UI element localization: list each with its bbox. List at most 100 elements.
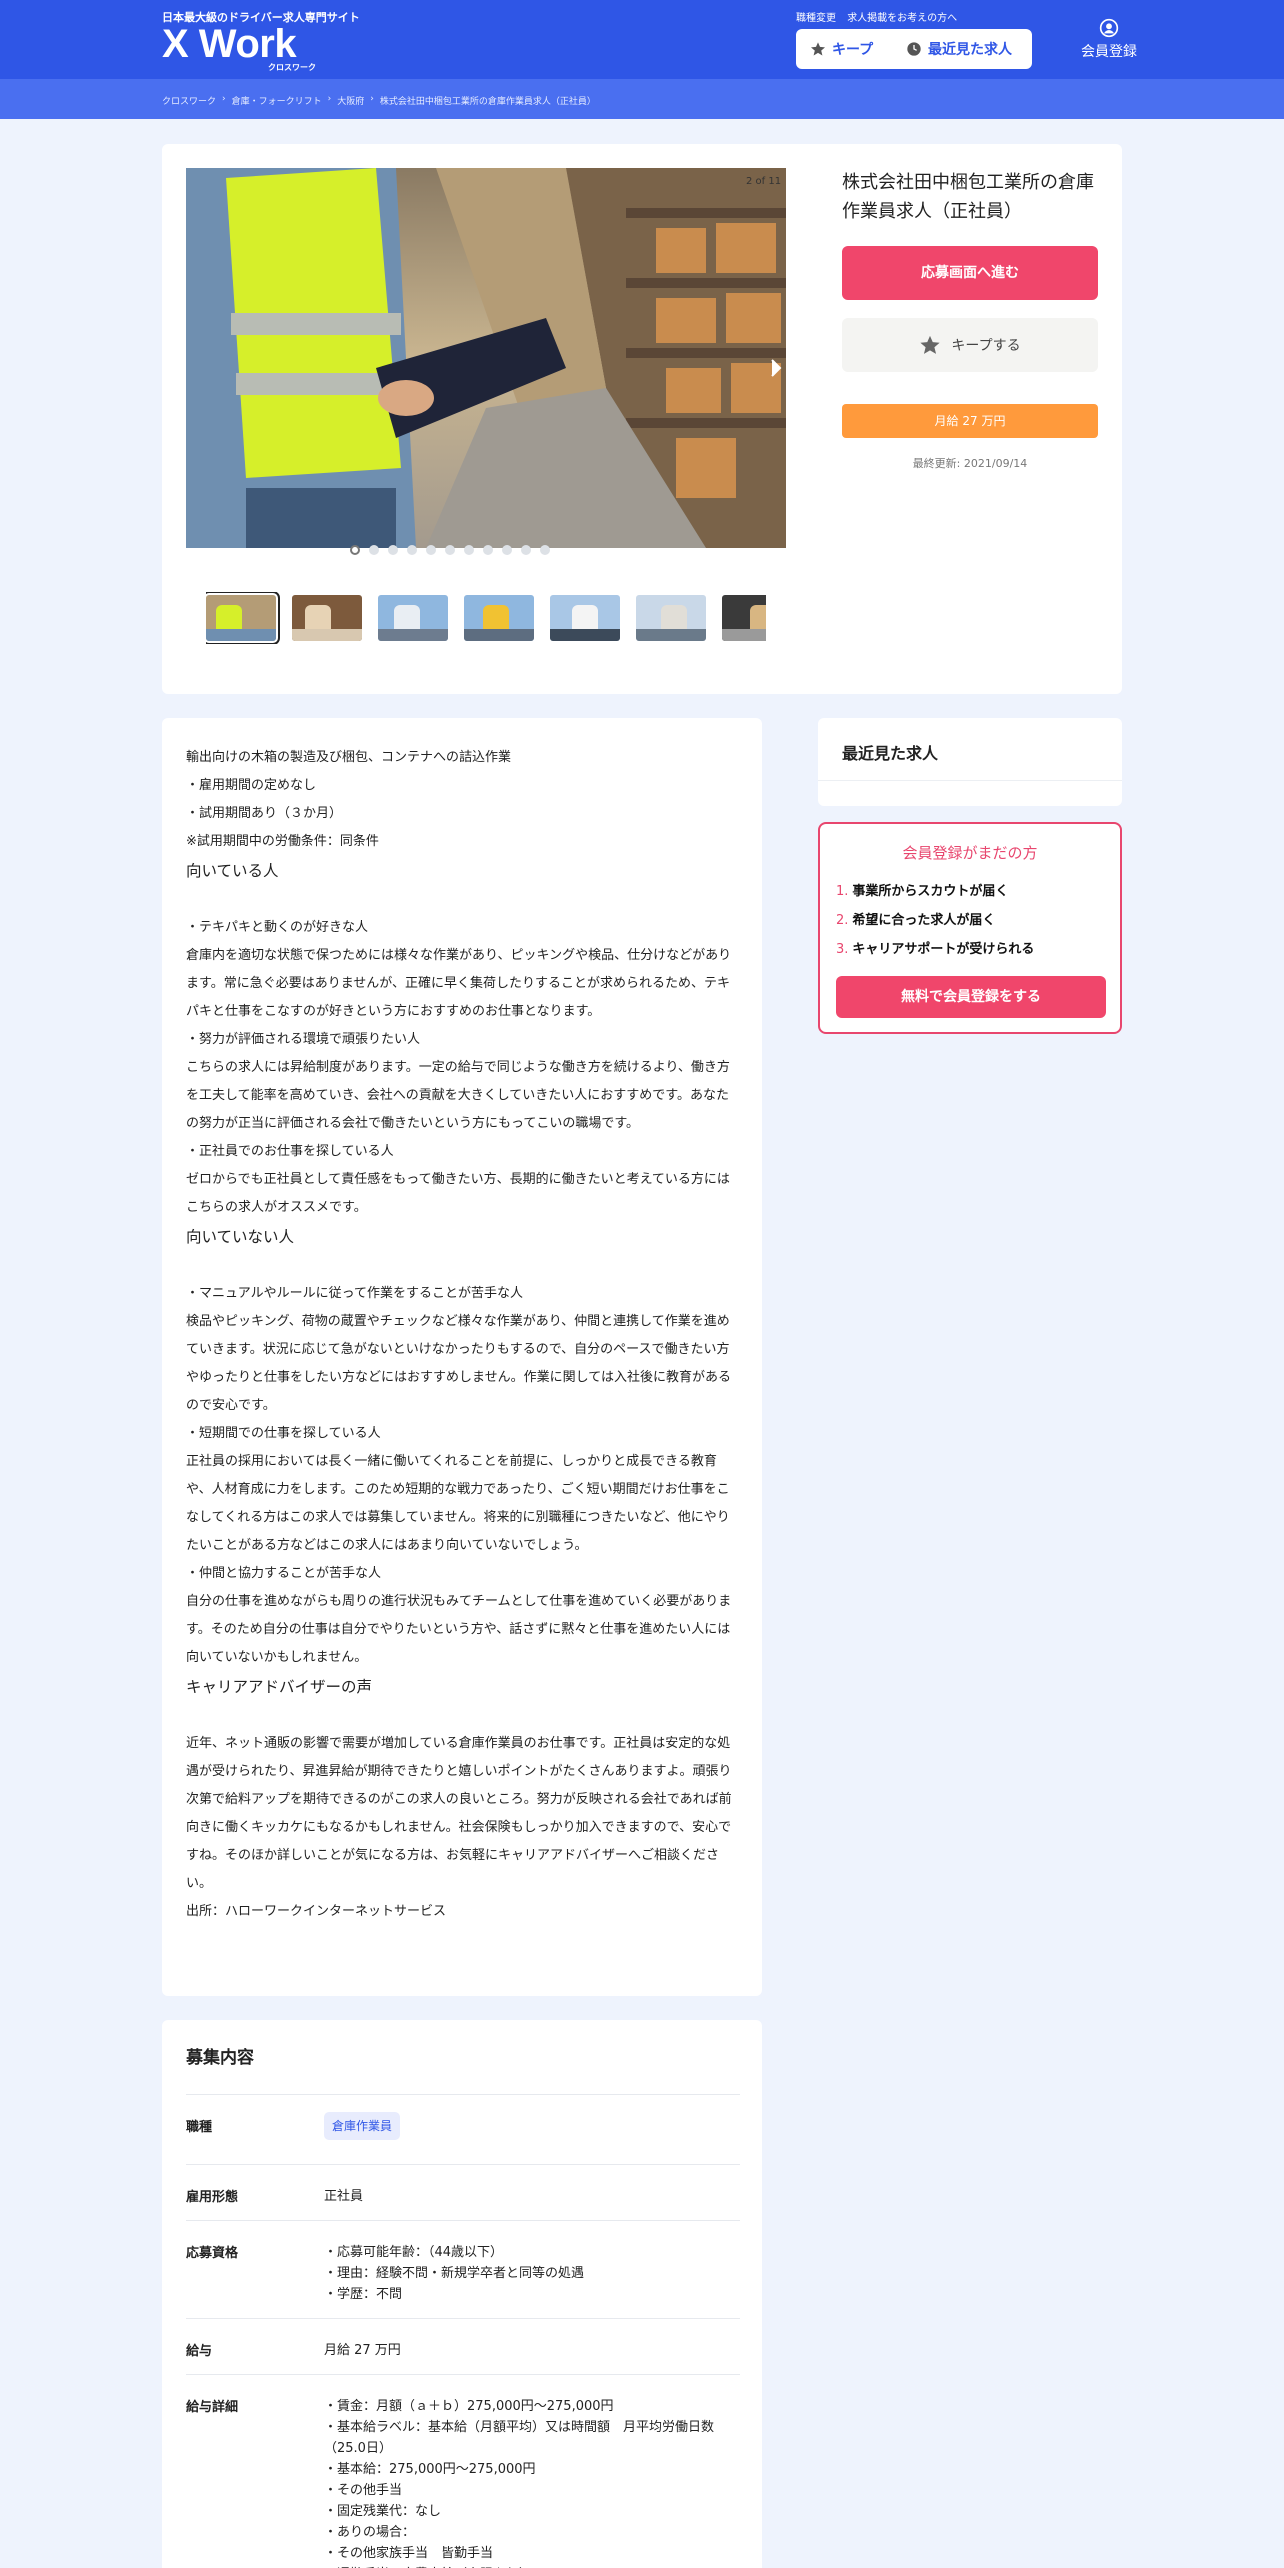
job-title: 株式会社田中梱包工業所の倉庫作業員求人（正社員） <box>842 172 1094 222</box>
header-member-button[interactable]: 会員登録 <box>1046 16 1172 68</box>
user-circle-icon <box>1099 18 1119 38</box>
gallery-thumbnail[interactable] <box>722 595 766 641</box>
row-value: ・応募可能年齢：（44歳以下） ・理由：経験不問・新規学卒者と同等の処遇 ・学歴：不… <box>324 2221 740 2318</box>
breadcrumb-category[interactable]: 倉庫・フォークリフト <box>232 94 322 107</box>
table-row: 給与詳細 ・賃金：月額（ａ＋ｂ）275,000円〜275,000円 ・基本給ラベル：… <box>186 2374 740 2568</box>
keep-button[interactable]: キープする <box>842 318 1098 372</box>
value-line: ・ありの場合： <box>324 2525 416 2540</box>
value-line: ・基本給ラベル：基本給（月額平均）又は時間額 月平均労働日数（25.0日） <box>324 2420 715 2456</box>
signup-promo-card: 会員登録がまだの方 1. 事業所からスカウトが届く 2. 希望に合った求人が届く 3… <box>818 822 1122 1034</box>
gallery-thumbnail[interactable] <box>636 595 706 641</box>
employer-link[interactable]: 求人掲載をお考えの方へ <box>847 13 957 24</box>
breadcrumb-prefecture[interactable]: 大阪府 <box>337 94 364 107</box>
breadcrumb-bar: クロスワーク › 倉庫・フォークリフト › 大阪府 › 株式会社田中梱包工業所の倉庫作… <box>0 79 1284 119</box>
benefit-number: 2. <box>836 913 849 928</box>
value-line: 月給 27 万円 <box>324 2343 401 2358</box>
apply-button[interactable]: 応募画面へ進む <box>842 246 1098 300</box>
row-label: 職種 <box>186 2120 213 2135</box>
benefit-text: 希望に合った求人が届く <box>852 913 996 928</box>
table-row: 応募資格 ・応募可能年齢：（44歳以下） ・理由：経験不問・新規学卒者と同等の処遇・… <box>186 2220 740 2318</box>
breadcrumb-current: 株式会社田中梱包工業所の倉庫作業員求人（正社員） <box>379 97 596 107</box>
description-paragraph: 検品やピッキング、荷物の蔵置やチェックなど様々な作業があり、仲間と連携して作業を… <box>186 1314 731 1413</box>
benefit-text: キャリアサポートが受けられる <box>852 942 1035 957</box>
gallery-dot[interactable] <box>502 545 512 555</box>
job-description: 輸出向けの木箱の製造及び梱包、コンテナへの詰込作業 ・雇用期間の定めなし ・試用期間… <box>186 744 732 1926</box>
site-header: 日本最大級のドライバー求人専門サイト X Work クロスワーク 職種変更 求人… <box>0 0 1284 79</box>
gallery-dot[interactable] <box>407 545 417 555</box>
description-paragraph: 出所：ハローワークインターネットサービス <box>186 1904 447 1919</box>
gallery-thumbnail[interactable] <box>464 595 534 641</box>
value-line: 正社員 <box>324 2189 364 2204</box>
gallery-dot[interactable] <box>350 545 360 555</box>
section-heading: 向いている人 <box>186 862 279 880</box>
table-row: 職種 倉庫作業員 <box>186 2094 740 2164</box>
description-paragraph: ・マニュアルやルールに従って作業をすることが苦手な人 <box>186 1286 523 1301</box>
gallery-dot[interactable] <box>369 545 379 555</box>
list-item: 1. 事業所からスカウトが届く <box>836 880 1034 909</box>
header-keep-label: キープ <box>832 42 874 58</box>
row-label: 給与 <box>186 2344 213 2359</box>
gallery-thumbnails <box>206 592 766 644</box>
description-paragraph: こちらの求人には昇給制度があります。一定の給与で同じような働き方を続けるより、働… <box>186 1060 730 1131</box>
gallery-dot[interactable] <box>445 545 455 555</box>
star-icon <box>920 335 941 354</box>
gallery-thumbnail[interactable] <box>292 595 362 641</box>
value-line: ・通勤手当：実費支給（上限あり） <box>324 2564 740 2568</box>
recruitment-table: 職種 倉庫作業員雇用形態 正社員応募資格 ・応募可能年齢：（44歳以下） ・理由：経験不… <box>186 2094 740 2568</box>
value-line: ・理由：経験不問・新規学卒者と同等の処遇 <box>324 2266 585 2281</box>
description-paragraph: 正社員の採用においては長く一緒に働いてくれることを前提に、しっかりと成長できる教… <box>186 1454 730 1553</box>
description-paragraph: ・努力が評価される環境で頑張りたい人 <box>186 1032 421 1047</box>
description-paragraph: ・雇用期間の定めなし <box>186 778 317 793</box>
row-label: 給与詳細 <box>186 2400 239 2415</box>
gallery-thumbnail[interactable] <box>378 595 448 641</box>
free-signup-button[interactable]: 無料で会員登録をする <box>836 976 1106 1018</box>
gallery-dot[interactable] <box>483 545 493 555</box>
benefit-text: 事業所からスカウトが届く <box>852 884 1009 899</box>
gallery-dot[interactable] <box>521 545 531 555</box>
gallery-dot[interactable] <box>388 545 398 555</box>
chevron-right-icon[interactable] <box>770 358 782 378</box>
header-actions: キープ 最近見た求人 <box>796 29 1032 69</box>
gallery-dot[interactable] <box>426 545 436 555</box>
gallery-dot[interactable] <box>540 545 550 555</box>
section-heading: キャリアアドバイザーの声 <box>186 1678 373 1696</box>
change-job-type-link[interactable]: 職種変更 <box>796 13 836 24</box>
header-keep-button[interactable]: キープ <box>796 29 896 69</box>
gallery-thumbnail[interactable] <box>550 595 620 641</box>
description-paragraph: ・正社員でのお仕事を探している人 <box>186 1144 394 1159</box>
last-updated: 最終更新: 2021/09/14 <box>912 457 1028 470</box>
job-photo-gallery[interactable] <box>186 168 786 548</box>
description-paragraph: ゼロからでも正社員として責任感をもって働きたい方、長期的に働きたいと考えている方… <box>186 1172 730 1215</box>
divider <box>818 780 1122 781</box>
signup-benefits-list: 1. 事業所からスカウトが届く 2. 希望に合った求人が届く 3. キャリアサポートが… <box>836 880 1034 967</box>
site-logo[interactable]: X Work <box>162 22 297 66</box>
description-paragraph: 近年、ネット通販の影響で需要が増加している倉庫作業員のお仕事です。正社員は安定的… <box>186 1736 732 1891</box>
breadcrumb-separator: › <box>370 94 374 104</box>
header-recent-label: 最近見た求人 <box>928 42 1012 58</box>
header-links: 職種変更 求人掲載をお考えの方へ <box>796 9 965 24</box>
row-value: 正社員 <box>324 2165 740 2220</box>
header-recent-button[interactable]: 最近見た求人 <box>896 29 1012 69</box>
list-item: 3. キャリアサポートが受けられる <box>836 938 1034 967</box>
header-member-label: 会員登録 <box>1081 44 1137 60</box>
row-label: 応募資格 <box>186 2246 239 2261</box>
gallery-dot[interactable] <box>464 545 474 555</box>
list-item: 2. 希望に合った求人が届く <box>836 909 1034 938</box>
description-paragraph: ・テキパキと動くのが好きな人 <box>186 920 369 935</box>
row-value: 倉庫作業員 <box>324 2095 740 2164</box>
gallery-counter: 2 of 11 <box>746 176 782 187</box>
gallery-thumbnail[interactable] <box>206 592 280 644</box>
benefit-number: 3. <box>836 942 849 957</box>
section-heading: 向いていない人 <box>186 1228 295 1246</box>
gallery-dots <box>350 545 559 555</box>
value-line: ・基本給：275,000円〜275,000円 <box>324 2462 536 2477</box>
description-paragraph: 自分の仕事を進めながらも周りの進行状況もみてチームとして仕事を進めていく必要があ… <box>186 1594 732 1665</box>
description-paragraph: ・仲間と協力することが苦手な人 <box>186 1566 382 1581</box>
breadcrumb-home[interactable]: クロスワーク <box>162 94 216 107</box>
job-category-tag[interactable]: 倉庫作業員 <box>324 2112 401 2140</box>
row-value: 月給 27 万円 <box>324 2319 740 2374</box>
keep-button-label: キープする <box>951 338 1021 354</box>
row-label: 雇用形態 <box>186 2190 239 2205</box>
